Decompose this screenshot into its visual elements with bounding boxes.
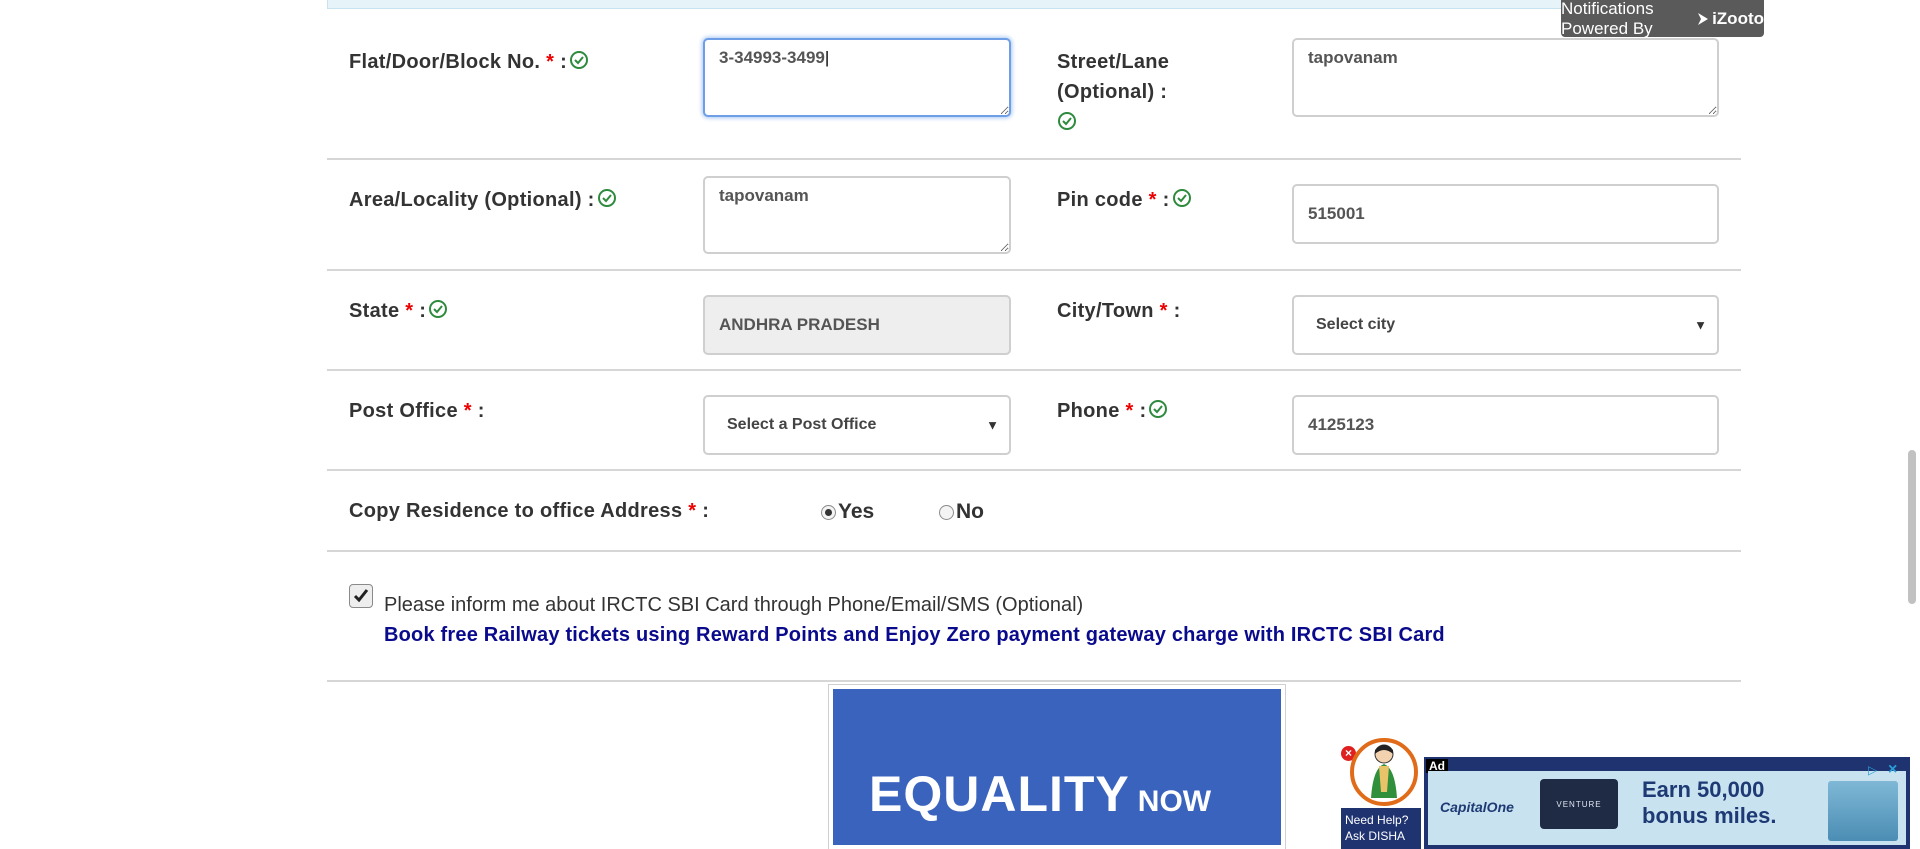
izooto-arrow-icon xyxy=(1698,12,1709,25)
close-ad-icon[interactable]: × xyxy=(1888,762,1902,778)
radio-button-selected[interactable] xyxy=(821,504,836,520)
post-office-select[interactable]: Select a Post Office ▼ xyxy=(703,395,1011,455)
check-circle-icon xyxy=(570,51,589,69)
notification-text: Notifications Powered By xyxy=(1561,0,1654,38)
ad-headline-2: bonus miles. xyxy=(1642,803,1777,828)
check-circle-icon xyxy=(597,189,616,207)
state-label: State * : xyxy=(349,296,448,326)
check-circle-icon xyxy=(1172,189,1191,207)
row-divider xyxy=(327,269,1741,271)
sbi-card-checkbox-label: Please inform me about IRCTC SBI Card th… xyxy=(384,594,1084,616)
check-circle-icon xyxy=(1149,400,1168,418)
phone-input[interactable]: 4125123 xyxy=(1292,395,1719,455)
city-select[interactable]: Select city ▼ xyxy=(1292,295,1719,355)
disha-avatar-icon xyxy=(1350,738,1418,806)
swimmer-photo xyxy=(1828,781,1898,841)
disha-line2: Ask DISHA xyxy=(1345,829,1406,843)
sbi-card-promo-link[interactable]: Book free Railway tickets using Reward P… xyxy=(384,624,1445,647)
required-mark: * xyxy=(463,400,472,422)
copy-address-yes-radio[interactable]: Yes xyxy=(821,500,874,524)
required-mark: * xyxy=(688,500,697,522)
required-mark: * xyxy=(405,300,414,322)
notification-badge[interactable]: Notifications Powered By iZooto xyxy=(1561,0,1764,38)
checkmark-icon xyxy=(353,589,369,603)
capital-one-logo: CapitalOne xyxy=(1440,799,1514,815)
check-circle-icon xyxy=(1058,112,1076,130)
capital-one-ad[interactable]: Ad CapitalOne VENTURE Earn 50,000 bonus … xyxy=(1424,757,1910,849)
venture-card: VENTURE xyxy=(1540,779,1618,829)
copy-address-label: Copy Residence to office Address * : xyxy=(349,500,710,522)
required-mark: * xyxy=(1148,189,1157,211)
check-circle-icon xyxy=(429,300,448,318)
ad-headline-1: Earn 50,000 xyxy=(1642,777,1765,802)
disha-line1: Need Help? xyxy=(1345,813,1409,827)
disha-help-widget[interactable]: × Need Help? Ask DISHA xyxy=(1341,732,1421,849)
section-top-strip xyxy=(327,0,1741,9)
sbi-card-checkbox[interactable] xyxy=(349,584,373,608)
post-office-label: Post Office * : xyxy=(349,400,485,422)
phone-label: Phone * : xyxy=(1057,396,1168,426)
banner-title: EQUALITY xyxy=(869,766,1130,822)
banner-subtitle: NOW xyxy=(1137,785,1212,818)
row-divider xyxy=(327,369,1741,371)
row-divider xyxy=(327,158,1741,160)
flat-input[interactable]: 3-34993-3499| xyxy=(703,38,1011,117)
row-divider xyxy=(327,469,1741,471)
equality-now-banner[interactable]: EQUALITY NOW xyxy=(828,684,1286,849)
copy-address-no-radio[interactable]: No xyxy=(939,500,984,524)
flat-label: Flat/Door/Block No. * : xyxy=(349,47,589,77)
row-divider xyxy=(327,550,1741,552)
pincode-input[interactable]: 515001 xyxy=(1292,184,1719,244)
city-label: City/Town * : xyxy=(1057,300,1181,322)
area-input[interactable]: tapovanam xyxy=(703,176,1011,254)
required-mark: * xyxy=(546,51,555,73)
row-divider xyxy=(327,680,1741,682)
required-mark: * xyxy=(1125,400,1134,422)
dropdown-arrow-icon: ▼ xyxy=(1694,317,1707,333)
area-label: Area/Locality (Optional) : xyxy=(349,185,617,215)
street-label: Street/Lane (Optional) : xyxy=(1057,47,1169,138)
state-input: ANDHRA PRADESH xyxy=(703,295,1011,355)
dropdown-arrow-icon: ▼ xyxy=(986,417,999,433)
izooto-logo: iZooto xyxy=(1696,9,1764,29)
ad-creative[interactable]: CapitalOne VENTURE Earn 50,000 bonus mil… xyxy=(1428,762,1906,845)
street-input[interactable]: tapovanam xyxy=(1292,38,1719,117)
pincode-label: Pin code * : xyxy=(1057,185,1192,215)
adchoices-icon[interactable]: ▷ xyxy=(1868,763,1882,777)
required-mark: * xyxy=(1159,300,1168,322)
radio-button[interactable] xyxy=(939,504,954,520)
page-scrollbar[interactable] xyxy=(1908,450,1916,604)
